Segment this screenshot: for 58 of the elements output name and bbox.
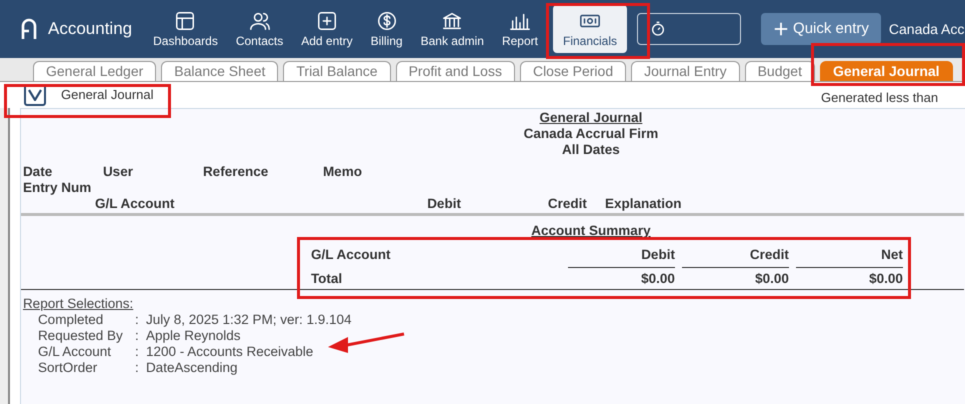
selection-separator: : bbox=[134, 344, 140, 360]
column-header: Date bbox=[22, 164, 54, 180]
column-header: User bbox=[102, 164, 134, 180]
tab[interactable]: Profit and Loss bbox=[396, 61, 515, 81]
tab[interactable]: Balance Sheet bbox=[161, 61, 278, 81]
app-title: Accounting bbox=[48, 18, 132, 40]
column-header: Debit bbox=[568, 246, 675, 268]
column-header: Debit bbox=[426, 196, 461, 212]
nav-item[interactable]: Add entry bbox=[292, 6, 362, 52]
plus-icon bbox=[773, 21, 790, 37]
nav-item[interactable]: Contacts bbox=[226, 6, 292, 52]
column-header: G/L Account bbox=[310, 246, 392, 264]
selection-label: Requested By bbox=[38, 328, 124, 344]
amount-cell-text: $0.00 bbox=[868, 270, 903, 288]
column-header: Credit bbox=[682, 246, 789, 268]
generated-note: Generated less than bbox=[821, 89, 940, 108]
report-title: General Journal bbox=[540, 110, 642, 125]
tab[interactable]: Journal Entry bbox=[631, 61, 740, 81]
selection-separator: : bbox=[134, 312, 140, 328]
nav-item[interactable]: Financials bbox=[553, 4, 628, 54]
selection-separator: : bbox=[134, 328, 140, 344]
selection-label: SortOrder bbox=[38, 360, 98, 376]
column-header: Credit bbox=[546, 196, 587, 212]
column-header: G/L Account bbox=[94, 196, 176, 212]
summary-title: Account Summary bbox=[531, 223, 651, 238]
column-header: Net bbox=[796, 246, 903, 268]
tab[interactable]: Trial Balance bbox=[283, 61, 391, 81]
amount-cell-text: $0.00 bbox=[754, 270, 789, 288]
column-header: Memo bbox=[322, 164, 363, 180]
selection-separator: : bbox=[134, 360, 140, 376]
nav-item[interactable]: Billing bbox=[362, 6, 412, 52]
report-period: All Dates bbox=[562, 142, 620, 157]
report-company: Canada Accrual Firm bbox=[524, 126, 658, 141]
column-header: Explanation bbox=[604, 196, 682, 212]
column-header: Reference bbox=[202, 164, 270, 180]
column-header: Entry Num bbox=[22, 180, 92, 196]
selection-value: 1200 - Accounts Receivable bbox=[146, 344, 314, 360]
stopwatch-icon bbox=[650, 21, 666, 37]
panel-title: General Journal bbox=[61, 86, 154, 104]
nav-item[interactable]: Report bbox=[492, 6, 547, 52]
selection-value: July 8, 2025 1:32 PM; ver: 1.9.104 bbox=[146, 312, 352, 328]
timer-field[interactable] bbox=[637, 13, 742, 45]
row-label: Total bbox=[310, 270, 344, 288]
selection-value: Apple Reynolds bbox=[146, 328, 240, 344]
tab[interactable]: General Journal bbox=[820, 61, 953, 81]
company-name: Canada Acc bbox=[888, 20, 964, 38]
tab[interactable]: General Ledger bbox=[33, 61, 156, 81]
amount-cell-text: $0.00 bbox=[640, 270, 675, 288]
nav-item[interactable]: Dashboards bbox=[144, 6, 227, 52]
tab[interactable]: Budget bbox=[744, 61, 815, 81]
logo-icon bbox=[20, 18, 38, 40]
quick-entry-button[interactable]: Quick entry bbox=[761, 13, 881, 45]
selection-label: G/L Account bbox=[38, 344, 112, 360]
nav-item[interactable]: Bank admin bbox=[412, 6, 493, 52]
selection-value: DateAscending bbox=[146, 360, 238, 376]
selection-label: Completed bbox=[38, 312, 104, 328]
tab[interactable]: Close Period bbox=[520, 61, 626, 81]
selections-title: Report Selections: bbox=[22, 296, 134, 311]
